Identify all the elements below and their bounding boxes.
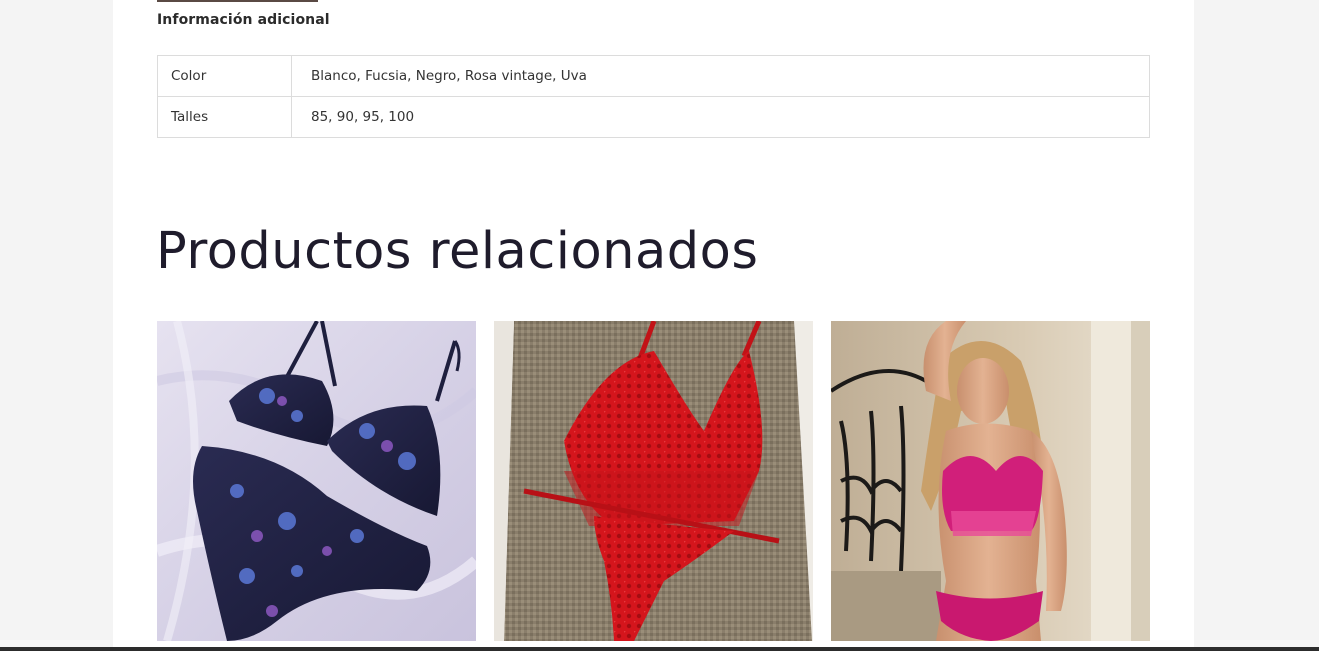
related-products-heading: Productos relacionados bbox=[156, 222, 759, 281]
bottom-divider bbox=[0, 647, 1319, 651]
related-product-2-image[interactable] bbox=[494, 321, 813, 641]
tab-additional-info[interactable]: Información adicional bbox=[157, 0, 330, 28]
attribute-label-sizes: Talles bbox=[157, 96, 292, 138]
attribute-value-sizes: 85, 90, 95, 100 bbox=[291, 96, 1150, 138]
table-row: Talles 85, 90, 95, 100 bbox=[157, 96, 1150, 138]
product-page-content: Información adicional Color Blanco, Fucs… bbox=[113, 0, 1194, 651]
product-image-lingerie-navy[interactable] bbox=[157, 321, 476, 641]
tab-label[interactable]: Información adicional bbox=[157, 12, 330, 28]
product-image-lingerie-fuchsia[interactable] bbox=[831, 321, 1150, 641]
additional-info-table: Color Blanco, Fucsia, Negro, Rosa vintag… bbox=[157, 55, 1150, 138]
related-product-1-image[interactable] bbox=[157, 321, 476, 641]
active-tab-indicator bbox=[157, 0, 318, 2]
product-image-lingerie-red-lace[interactable] bbox=[494, 321, 813, 641]
attribute-value-color: Blanco, Fucsia, Negro, Rosa vintage, Uva bbox=[291, 55, 1150, 97]
attribute-label-color: Color bbox=[157, 55, 292, 97]
table-row: Color Blanco, Fucsia, Negro, Rosa vintag… bbox=[157, 55, 1150, 97]
related-product-3-image[interactable] bbox=[831, 321, 1150, 641]
